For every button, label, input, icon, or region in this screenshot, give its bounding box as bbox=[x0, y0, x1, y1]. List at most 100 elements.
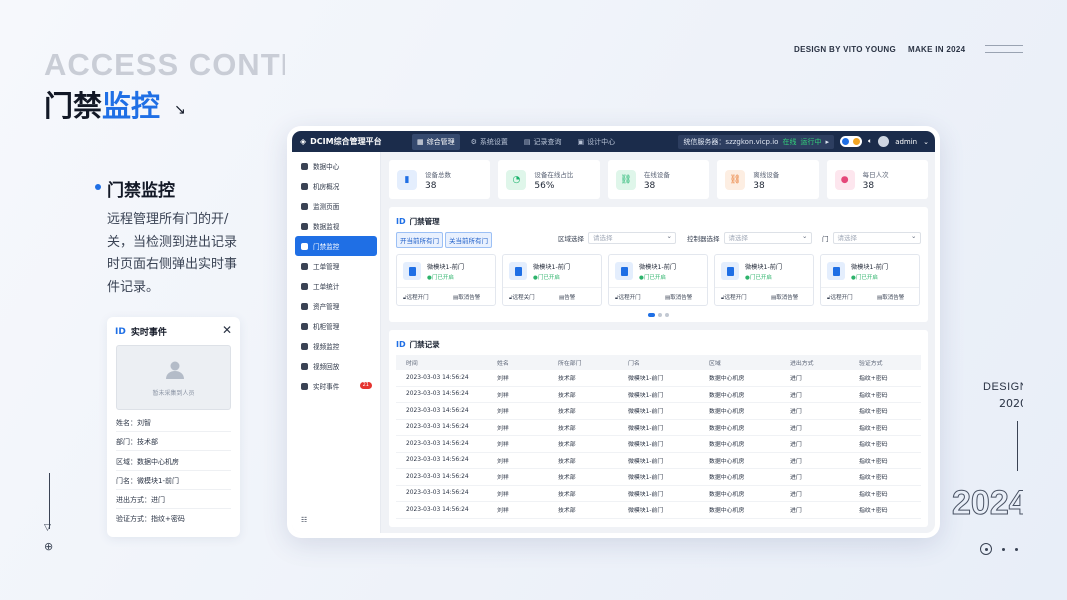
sidebar-item-cabinet[interactable]: 机柜管理 bbox=[292, 316, 380, 336]
col-header[interactable]: 时间 bbox=[396, 358, 497, 367]
table-row[interactable]: 2023-03-03 14:56:24 刘祥 技术部 微模块1-前门 数据中心机房 进门 指… bbox=[396, 420, 921, 436]
col-header[interactable]: 验证方式 bbox=[859, 358, 921, 367]
controller-select[interactable]: 请选择 bbox=[723, 231, 812, 244]
table-cell: 2023-03-03 14:56:24 bbox=[406, 457, 469, 464]
sidebar-item-monitor-page[interactable]: 监测页面 bbox=[292, 196, 380, 216]
table-row[interactable]: 2023-03-03 14:56:24 刘祥 技术部 微模块1-前门 数据中心机房 进门 指… bbox=[396, 469, 921, 486]
table-cell: 指纹+密码 bbox=[859, 376, 888, 383]
col-header[interactable]: 姓名 bbox=[497, 358, 558, 367]
table-cell: 刘祥 bbox=[497, 409, 509, 416]
sidebar-item-room[interactable]: 机房概况 bbox=[292, 176, 380, 196]
carousel-dots bbox=[648, 313, 669, 317]
table-cell: 进门 bbox=[790, 508, 802, 515]
close-all-doors-button[interactable]: 关当前所有门 bbox=[445, 232, 492, 248]
table-cell: 数据中心机房 bbox=[709, 392, 745, 399]
table-row[interactable]: 2023-03-03 14:56:24 刘祥 技术部 微模块1-前门 数据中心机房 进门 指… bbox=[396, 387, 921, 403]
door-action-button[interactable]: 🔓︎远程开门 bbox=[827, 293, 853, 302]
arrow-down-right-icon: ↘ bbox=[174, 102, 186, 118]
play-icon: ▸ bbox=[825, 137, 829, 146]
door-action-button[interactable]: 🔓︎远程开门 bbox=[615, 293, 641, 302]
globe-icon: ⊕ bbox=[44, 540, 54, 553]
carousel-dot[interactable] bbox=[665, 313, 669, 317]
carousel-dot[interactable] bbox=[658, 313, 662, 317]
user-name[interactable]: admin bbox=[895, 138, 917, 146]
close-icon[interactable]: ✕ bbox=[222, 323, 232, 337]
col-header[interactable]: 进出方式 bbox=[790, 358, 859, 367]
collapse-sidebar-icon[interactable]: ☷ bbox=[301, 516, 307, 524]
pager-dot-active[interactable] bbox=[980, 543, 992, 555]
table-cell: 技术部 bbox=[558, 442, 576, 449]
door-action-button[interactable]: 🔓︎远程开门 bbox=[721, 293, 747, 302]
table-cell: 技术部 bbox=[558, 376, 576, 383]
door-action-button[interactable]: 🔓︎远程开门 bbox=[403, 293, 429, 302]
server-status[interactable]: 统信服务器：szzgkon.vicp.io 在线 运行中 ▸ bbox=[678, 134, 834, 149]
cancel-alarm-button[interactable]: ▤取消告警 bbox=[877, 293, 904, 301]
cancel-alarm-button[interactable]: ▤取消告警 bbox=[665, 293, 692, 301]
chevron-down-icon[interactable]: ⌄ bbox=[923, 138, 929, 146]
room-icon bbox=[301, 182, 308, 190]
table-cell: 指纹+密码 bbox=[859, 508, 888, 515]
datacenter-icon bbox=[301, 162, 308, 170]
door-status: ●门已开启 bbox=[851, 275, 878, 281]
door-card: 微模块1-前门 ●门已开启 🔓︎远程开门 ▤取消告警 bbox=[714, 254, 814, 306]
right-year-label: 2020 bbox=[999, 397, 1023, 410]
event-dept-row: 部门：技术部 bbox=[116, 438, 158, 446]
table-cell: 进门 bbox=[790, 491, 802, 498]
realtime-event-header: ID 实时事件 bbox=[115, 325, 167, 339]
sidebar-item-label: 监测页面 bbox=[313, 203, 340, 211]
records-table: 时间 姓名 所在部门 门名 区域 进出方式 验证方式 2023-03-03 14… bbox=[396, 355, 921, 519]
alarm-button[interactable]: ▤告警 bbox=[559, 293, 575, 301]
col-header[interactable]: 门名 bbox=[628, 358, 709, 367]
sidebar-item-workorder-stats[interactable]: 工单统计 bbox=[292, 276, 380, 296]
table-cell: 数据中心机房 bbox=[709, 409, 745, 416]
door-icon bbox=[721, 262, 739, 280]
sidebar-item-assets[interactable]: 资产管理 bbox=[292, 296, 380, 316]
table-row[interactable]: 2023-03-03 14:56:24 刘祥 技术部 微模块1-前门 数据中心机房 进门 指… bbox=[396, 370, 921, 387]
filter-label: 区域选择 bbox=[558, 235, 584, 243]
sidebar-item-workorder[interactable]: 工单管理 bbox=[292, 256, 380, 276]
theme-toggle[interactable] bbox=[839, 136, 862, 147]
dcim-app: ◈ DCIM综合管理平台 ▦ 综合管理 ⚙ 系统设置 ▤ 记录查询 ▣ 设计中心 统信服务… bbox=[292, 131, 935, 533]
carousel-dot-active[interactable] bbox=[648, 313, 655, 317]
gear-icon: ⚙ bbox=[470, 137, 477, 146]
stat-value: 38 bbox=[643, 180, 656, 191]
sidebar-item-access-control[interactable]: 门禁监控 bbox=[295, 236, 377, 256]
sidebar-item-video[interactable]: 视频监控 bbox=[292, 336, 380, 356]
avatar[interactable] bbox=[878, 136, 890, 147]
col-header[interactable]: 区域 bbox=[709, 358, 790, 367]
nav-tab-overview[interactable]: ▦ 综合管理 bbox=[412, 133, 460, 150]
table-cell: 2023-03-03 14:56:24 bbox=[406, 506, 469, 513]
table-row[interactable]: 2023-03-03 14:56:24 刘祥 技术部 微模块1-前门 数据中心机房 进门 指… bbox=[396, 486, 921, 502]
grid-icon: ▦ bbox=[417, 137, 424, 146]
stat-label: 离线设备 bbox=[753, 170, 780, 179]
brand: ◈ DCIM综合管理平台 bbox=[292, 136, 412, 147]
nav-tab-design[interactable]: ▣ 设计中心 bbox=[573, 134, 621, 150]
sidebar-item-realtime-events[interactable]: 实时事件 21 bbox=[292, 376, 380, 396]
stat-card-offline: ⛓ 离线设备 38 bbox=[717, 160, 819, 199]
nav-tab-records[interactable]: ▤ 记录查询 bbox=[519, 134, 567, 150]
table-row[interactable]: 2023-03-03 14:56:24 刘祥 技术部 微模块1-前门 数据中心机房 进门 指… bbox=[396, 436, 921, 453]
door-name: 微模块1-前门 bbox=[533, 264, 571, 271]
nav-tab-settings[interactable]: ⚙ 系统设置 bbox=[466, 134, 513, 150]
area-select[interactable]: 请选择 bbox=[588, 231, 676, 244]
table-row[interactable]: 2023-03-03 14:56:24 刘祥 技术部 微模块1-前门 数据中心机房 进门 指… bbox=[396, 403, 921, 420]
right-vertical-line bbox=[1017, 421, 1018, 471]
sidebar-item-data-watch[interactable]: 数据监视 bbox=[292, 216, 380, 236]
scroll-down-line bbox=[49, 473, 50, 529]
pager-dot[interactable] bbox=[1015, 547, 1018, 551]
open-all-doors-button[interactable]: 开当前所有门 bbox=[396, 232, 443, 248]
cancel-alarm-button[interactable]: ▤取消告警 bbox=[771, 293, 798, 301]
table-cell: 指纹+密码 bbox=[859, 475, 888, 482]
table-cell: 技术部 bbox=[558, 458, 576, 465]
col-header[interactable]: 所在部门 bbox=[558, 358, 628, 367]
sidebar-item-datacenter[interactable]: 数据中心 bbox=[292, 156, 380, 176]
alarm-icon bbox=[301, 382, 308, 390]
sidebar-item-playback[interactable]: 视频回放 bbox=[292, 356, 380, 376]
door-select[interactable]: 请选择 bbox=[832, 231, 921, 244]
table-row[interactable]: 2023-03-03 14:56:24 刘祥 技术部 微模块1-前门 数据中心机房 进门 指… bbox=[396, 502, 921, 519]
cancel-alarm-button[interactable]: ▤取消告警 bbox=[453, 293, 480, 301]
speaker-icon[interactable]: 🔈︎ bbox=[868, 137, 872, 146]
table-row[interactable]: 2023-03-03 14:56:24 刘祥 技术部 微模块1-前门 数据中心机房 进门 指… bbox=[396, 453, 921, 469]
pager-dot[interactable] bbox=[1002, 547, 1005, 551]
door-action-button[interactable]: 🔓︎远程关门 bbox=[509, 293, 535, 302]
